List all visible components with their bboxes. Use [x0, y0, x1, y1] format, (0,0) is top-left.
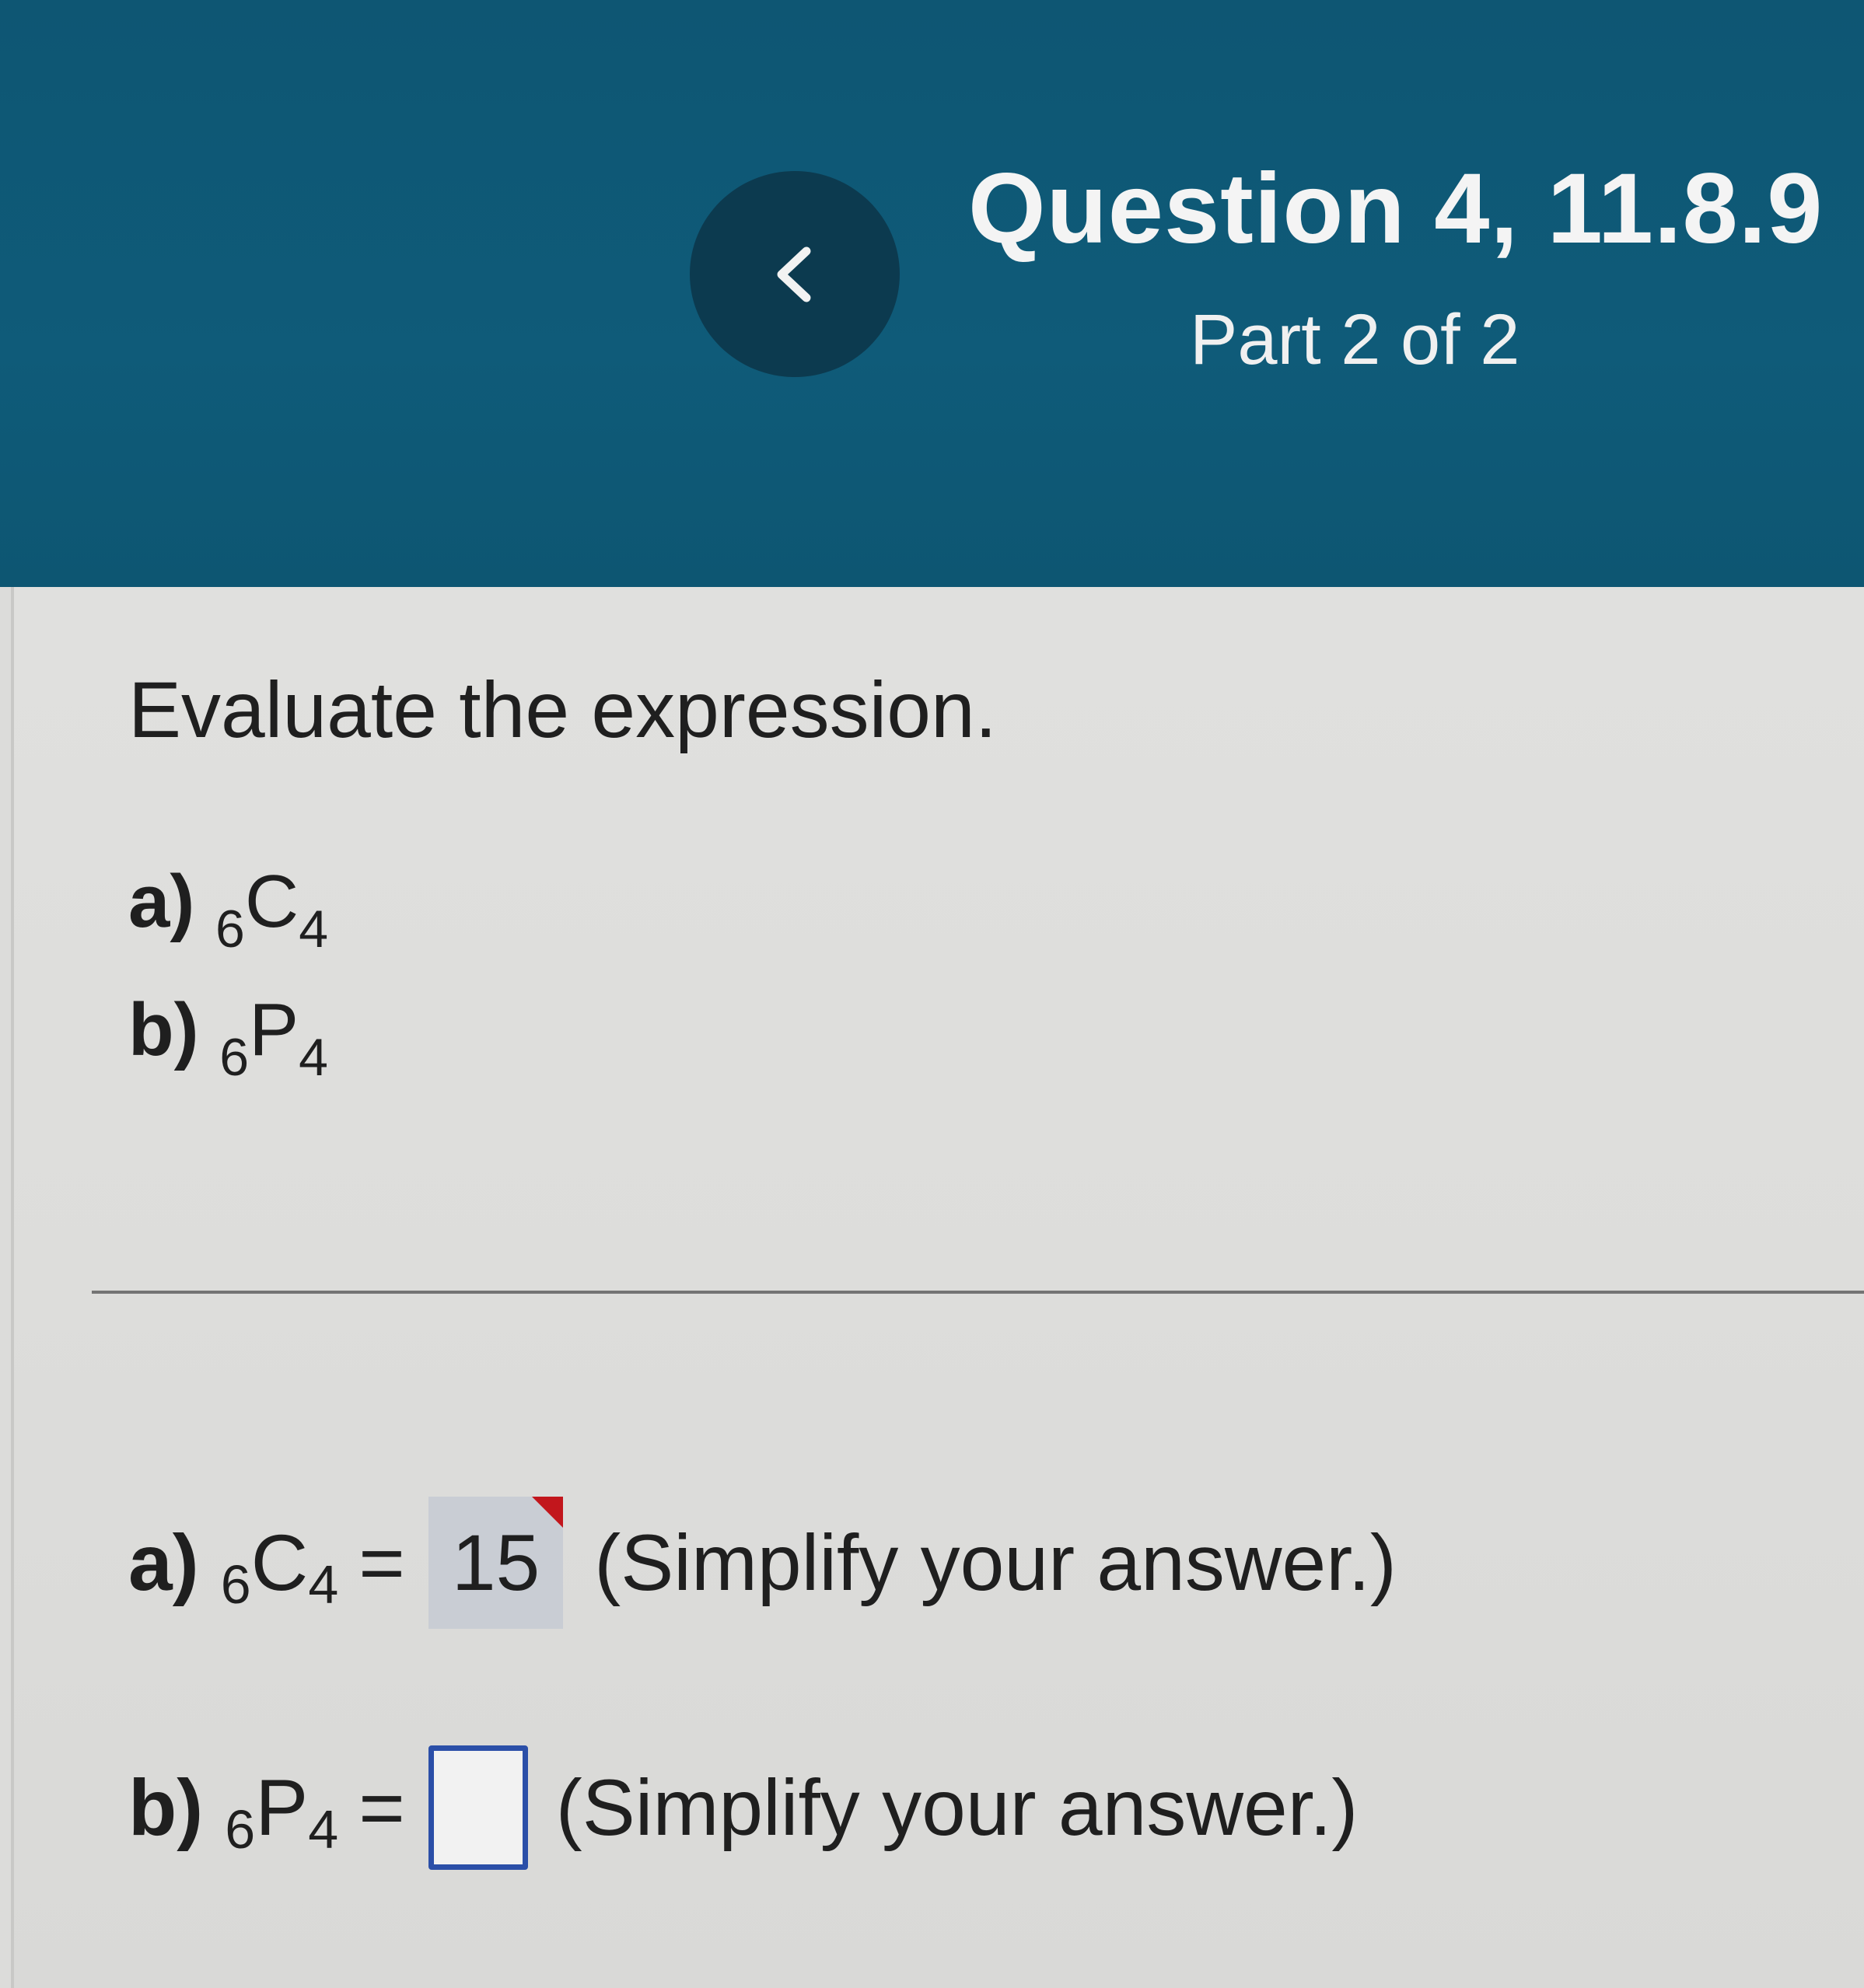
item-label: a)	[128, 860, 195, 943]
answer-row-a: a) 6C4 = 15 (Simplify your answer.)	[128, 1497, 1397, 1629]
answer-label: b)	[128, 1763, 204, 1852]
equals-sign: =	[358, 1763, 405, 1852]
question-item-a: a) 6C4	[128, 859, 328, 959]
back-button[interactable]	[690, 171, 900, 377]
item-subscript-n: 6	[215, 900, 245, 959]
equals-sign: =	[358, 1518, 405, 1607]
answer-input-b[interactable]	[428, 1745, 528, 1870]
question-header: Question 4, 11.8.9 Part 2 of 2	[0, 0, 1864, 587]
answer-subscript-n: 6	[225, 1799, 256, 1860]
answer-label: a)	[128, 1518, 199, 1607]
chevron-left-icon	[777, 246, 811, 302]
item-label: b)	[128, 988, 199, 1071]
question-part: Part 2 of 2	[1190, 300, 1520, 379]
answer-letter: P	[255, 1763, 309, 1852]
answer-hint: (Simplify your answer.)	[594, 1518, 1397, 1607]
item-letter: P	[249, 988, 299, 1071]
answer-subscript-r: 4	[308, 1799, 339, 1860]
answer-value: 15	[451, 1518, 540, 1607]
question-prompt: Evaluate the expression.	[128, 666, 998, 754]
answer-hint: (Simplify your answer.)	[555, 1763, 1359, 1852]
question-item-b: b) 6P4	[128, 987, 328, 1087]
answer-subscript-n: 6	[220, 1554, 251, 1615]
answer-subscript-r: 4	[308, 1554, 339, 1615]
item-subscript-r: 4	[299, 900, 329, 959]
answer-input-a[interactable]: 15	[428, 1497, 564, 1629]
question-title: Question 4, 11.8.9	[968, 153, 1824, 264]
answer-row-b: b) 6P4 = (Simplify your answer.)	[128, 1745, 1358, 1870]
item-letter: C	[244, 860, 299, 943]
item-subscript-n: 6	[219, 1028, 250, 1087]
section-divider	[92, 1291, 1864, 1294]
item-subscript-r: 4	[299, 1028, 328, 1087]
answer-letter: C	[250, 1518, 309, 1607]
incorrect-flag-icon	[532, 1497, 564, 1528]
